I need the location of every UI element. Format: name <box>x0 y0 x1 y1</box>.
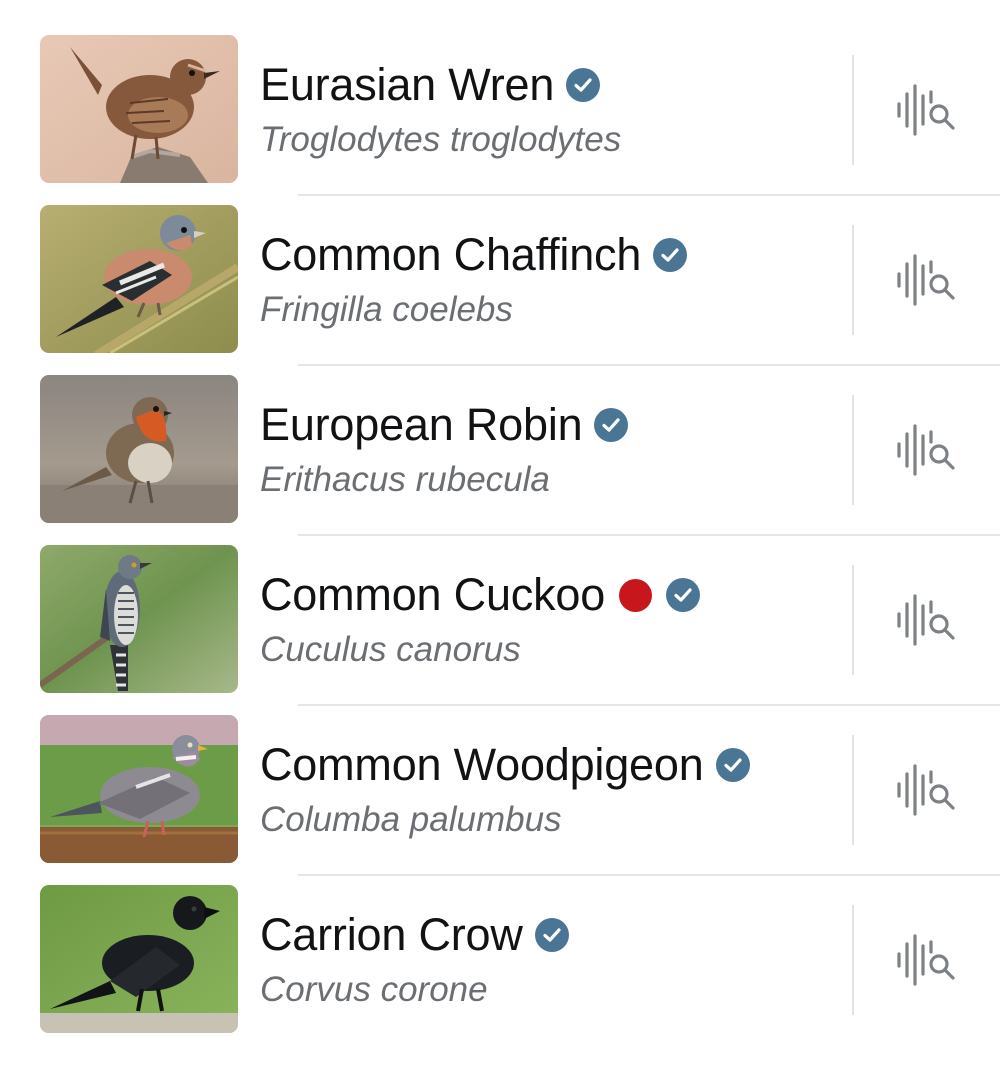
scientific-name: Fringilla coelebs <box>260 290 513 329</box>
species-name-line: Common Cuckoo <box>260 567 701 623</box>
sound-search-button[interactable] <box>885 245 965 315</box>
scientific-name: Erithacus rubecula <box>260 460 550 499</box>
verified-check-icon <box>566 68 601 102</box>
divider <box>852 905 854 1015</box>
verified-check-icon <box>666 578 701 612</box>
sound-search-button[interactable] <box>885 925 965 995</box>
species-name-line: European Robin <box>260 397 629 453</box>
scientific-name: Troglodytes troglodytes <box>260 120 622 159</box>
common-name: Carrion Crow <box>260 909 523 960</box>
sound-search-icon <box>897 254 955 306</box>
eurasian-wren-photo <box>40 35 238 183</box>
species-row[interactable]: Common Cuckoo Cuculus canorus <box>0 510 1000 706</box>
bird-photo <box>40 35 238 183</box>
species-row[interactable]: Carrion Crow Corvus corone <box>0 850 1000 1033</box>
carrion-crow-photo <box>40 885 238 1033</box>
scientific-name: Corvus corone <box>260 970 488 1009</box>
species-list: Eurasian Wren Troglodytes troglodytes Co… <box>0 0 1000 1066</box>
sound-search-icon <box>897 424 955 476</box>
species-row[interactable]: Common Woodpigeon Columba palumbus <box>0 680 1000 876</box>
sound-search-button[interactable] <box>885 755 965 825</box>
divider <box>852 735 854 845</box>
common-woodpigeon-photo <box>40 715 238 863</box>
sound-search-button[interactable] <box>885 585 965 655</box>
bird-photo <box>40 885 238 1033</box>
species-name-line: Common Chaffinch <box>260 227 688 283</box>
sound-search-icon <box>897 594 955 646</box>
divider <box>852 55 854 165</box>
red-list-status-dot <box>619 578 653 612</box>
common-name: Eurasian Wren <box>260 59 555 110</box>
bird-photo <box>40 545 238 693</box>
divider <box>852 395 854 505</box>
species-name-line: Eurasian Wren <box>260 57 601 113</box>
common-chaffinch-photo <box>40 205 238 353</box>
common-name: Common Chaffinch <box>260 229 642 280</box>
divider <box>852 565 854 675</box>
european-robin-photo <box>40 375 238 523</box>
sound-search-button[interactable] <box>885 75 965 145</box>
sound-search-icon <box>897 84 955 136</box>
species-row[interactable]: Eurasian Wren Troglodytes troglodytes <box>0 0 1000 196</box>
common-name: Common Woodpigeon <box>260 739 704 790</box>
sound-search-button[interactable] <box>885 415 965 485</box>
sound-search-icon <box>897 934 955 986</box>
common-cuckoo-photo <box>40 545 238 693</box>
bird-photo <box>40 205 238 353</box>
verified-check-icon <box>653 238 688 272</box>
sound-search-icon <box>897 764 955 816</box>
scientific-name: Columba palumbus <box>260 800 562 839</box>
species-row[interactable]: Common Chaffinch Fringilla coelebs <box>0 170 1000 366</box>
bird-photo <box>40 715 238 863</box>
divider <box>852 225 854 335</box>
verified-check-icon <box>715 748 750 782</box>
species-name-line: Carrion Crow <box>260 907 569 963</box>
verified-check-icon <box>534 918 569 952</box>
common-name: European Robin <box>260 399 583 450</box>
species-name-line: Common Woodpigeon <box>260 737 750 793</box>
verified-check-icon <box>594 408 629 442</box>
scientific-name: Cuculus canorus <box>260 630 521 669</box>
bird-photo <box>40 375 238 523</box>
common-name: Common Cuckoo <box>260 569 606 620</box>
species-row[interactable]: European Robin Erithacus rubecula <box>0 340 1000 536</box>
